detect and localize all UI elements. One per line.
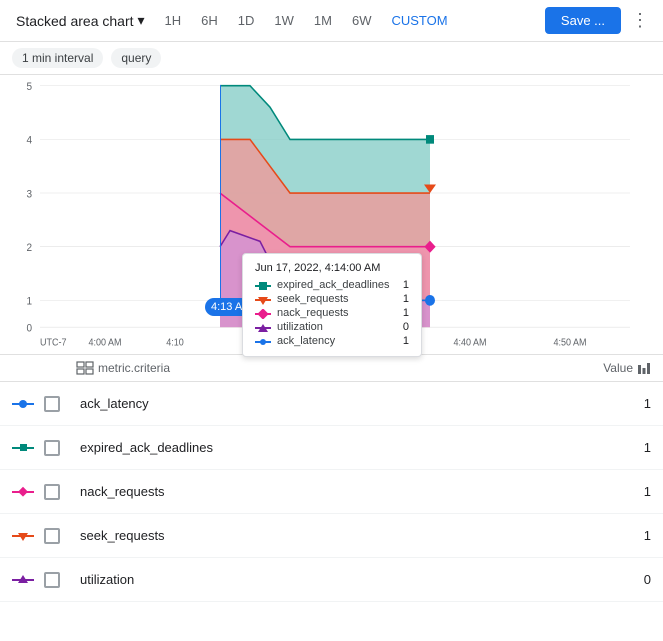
save-button[interactable]: Save ... — [545, 7, 621, 34]
chart-tooltip: Jun 17, 2022, 4:14:00 AM expired_ack_dea… — [242, 253, 422, 357]
tooltip-icon-seek — [255, 294, 271, 304]
metric-criteria-icon — [76, 361, 94, 375]
row-value-ack-latency: 1 — [571, 396, 651, 411]
interval-tag[interactable]: 1 min interval — [12, 48, 103, 68]
tooltip-label-expired: expired_ack_deadlines — [277, 279, 390, 291]
tooltip-value-util: 0 — [403, 321, 409, 333]
row-icon-util — [12, 574, 34, 586]
tooltip-value-seek: 1 — [403, 293, 409, 305]
expired-legend-icon — [12, 442, 34, 454]
svg-text:4:50 AM: 4:50 AM — [553, 337, 586, 347]
tooltip-label-ack: ack_latency — [277, 335, 335, 347]
svg-text:4:40 AM: 4:40 AM — [453, 337, 486, 347]
metrics-table: metric.criteria Value ack_latency 1 — [0, 355, 663, 626]
table-row[interactable]: ack_latency 1 — [0, 382, 663, 426]
time-1d-button[interactable]: 1D — [230, 9, 263, 32]
row-value-nack: 1 — [571, 484, 651, 499]
tooltip-value-nack: 1 — [403, 307, 409, 319]
tooltip-row-ack: ack_latency 1 — [255, 334, 409, 348]
tooltip-row-expired: expired_ack_deadlines 1 — [255, 278, 409, 292]
more-options-button[interactable]: ⋮ — [625, 6, 655, 35]
tooltip-icon-expired — [255, 280, 271, 290]
time-1w-button[interactable]: 1W — [266, 9, 302, 32]
table-row[interactable]: expired_ack_deadlines 1 — [0, 426, 663, 470]
svg-text:1: 1 — [26, 296, 32, 307]
bar-chart-icon — [637, 361, 651, 375]
row-value-util: 0 — [571, 572, 651, 587]
tooltip-value-expired: 1 — [403, 279, 409, 291]
table-row[interactable]: nack_requests 1 — [0, 470, 663, 514]
header: Stacked area chart ▾ 1H 6H 1D 1W 1M 6W C… — [0, 0, 663, 42]
tooltip-row-seek: seek_requests 1 — [255, 292, 409, 306]
table-row[interactable]: utilization 0 — [0, 558, 663, 602]
time-1m-button[interactable]: 1M — [306, 9, 340, 32]
row-label-ack-latency: ack_latency — [76, 396, 571, 411]
chart-title-button[interactable]: Stacked area chart ▾ — [8, 8, 153, 33]
ack-latency-legend-icon — [12, 398, 34, 410]
time-1h-button[interactable]: 1H — [157, 9, 190, 32]
table-header: metric.criteria Value — [0, 355, 663, 382]
svg-text:3: 3 — [26, 189, 32, 200]
row-value-seek: 1 — [571, 528, 651, 543]
row-icon-nack — [12, 486, 34, 498]
table-header-metric: metric.criteria — [76, 361, 571, 375]
tooltip-icon-ack — [255, 336, 271, 346]
tooltip-value-ack: 1 — [403, 335, 409, 347]
table-row[interactable]: seek_requests 1 — [0, 514, 663, 558]
row-label-util: utilization — [76, 572, 571, 587]
svg-text:4:00 AM: 4:00 AM — [88, 337, 121, 347]
row-checkbox-expired[interactable] — [44, 440, 60, 456]
time-6w-button[interactable]: 6W — [344, 9, 380, 32]
row-label-seek: seek_requests — [76, 528, 571, 543]
metric-criteria-label: metric.criteria — [98, 361, 170, 375]
value-label: Value — [603, 361, 633, 375]
row-label-expired: expired_ack_deadlines — [76, 440, 571, 455]
chart-title-label: Stacked area chart — [16, 13, 134, 29]
dropdown-icon: ▾ — [138, 12, 145, 29]
tooltip-icon-util — [255, 322, 271, 332]
row-icon-seek — [12, 530, 34, 542]
row-label-nack: nack_requests — [76, 484, 571, 499]
tooltip-row-nack: nack_requests 1 — [255, 306, 409, 320]
table-header-value: Value — [571, 361, 651, 375]
tooltip-row-util: utilization 0 — [255, 320, 409, 334]
cursor-line — [220, 85, 221, 304]
tooltip-date: Jun 17, 2022, 4:14:00 AM — [255, 262, 409, 274]
row-icon-expired — [12, 442, 34, 454]
tooltip-label-util: utilization — [277, 321, 323, 333]
svg-text:4: 4 — [26, 135, 32, 146]
svg-text:4:10: 4:10 — [166, 337, 184, 347]
query-tag[interactable]: query — [111, 48, 161, 68]
tooltip-label-seek: seek_requests — [277, 293, 349, 305]
row-icon-ack-latency — [12, 398, 34, 410]
time-6h-button[interactable]: 6H — [193, 9, 226, 32]
row-checkbox-nack[interactable] — [44, 484, 60, 500]
svg-text:0: 0 — [26, 323, 32, 334]
row-checkbox-seek[interactable] — [44, 528, 60, 544]
row-checkbox-ack-latency[interactable] — [44, 396, 60, 412]
seek-legend-icon — [12, 530, 34, 542]
row-value-expired: 1 — [571, 440, 651, 455]
sub-header: 1 min interval query — [0, 42, 663, 75]
nack-legend-icon — [12, 486, 34, 498]
row-checkbox-util[interactable] — [44, 572, 60, 588]
svg-text:2: 2 — [26, 243, 32, 254]
utilization-legend-icon — [12, 574, 34, 586]
tooltip-icon-nack — [255, 308, 271, 318]
time-custom-button[interactable]: CUSTOM — [383, 9, 455, 32]
chart-area[interactable]: 5 4 3 2 1 0 UTC-7 4:00 AM 4:10 4:20 AM 4… — [0, 75, 663, 355]
svg-text:5: 5 — [26, 82, 32, 93]
svg-text:UTC-7: UTC-7 — [40, 337, 66, 347]
tooltip-label-nack: nack_requests — [277, 307, 349, 319]
